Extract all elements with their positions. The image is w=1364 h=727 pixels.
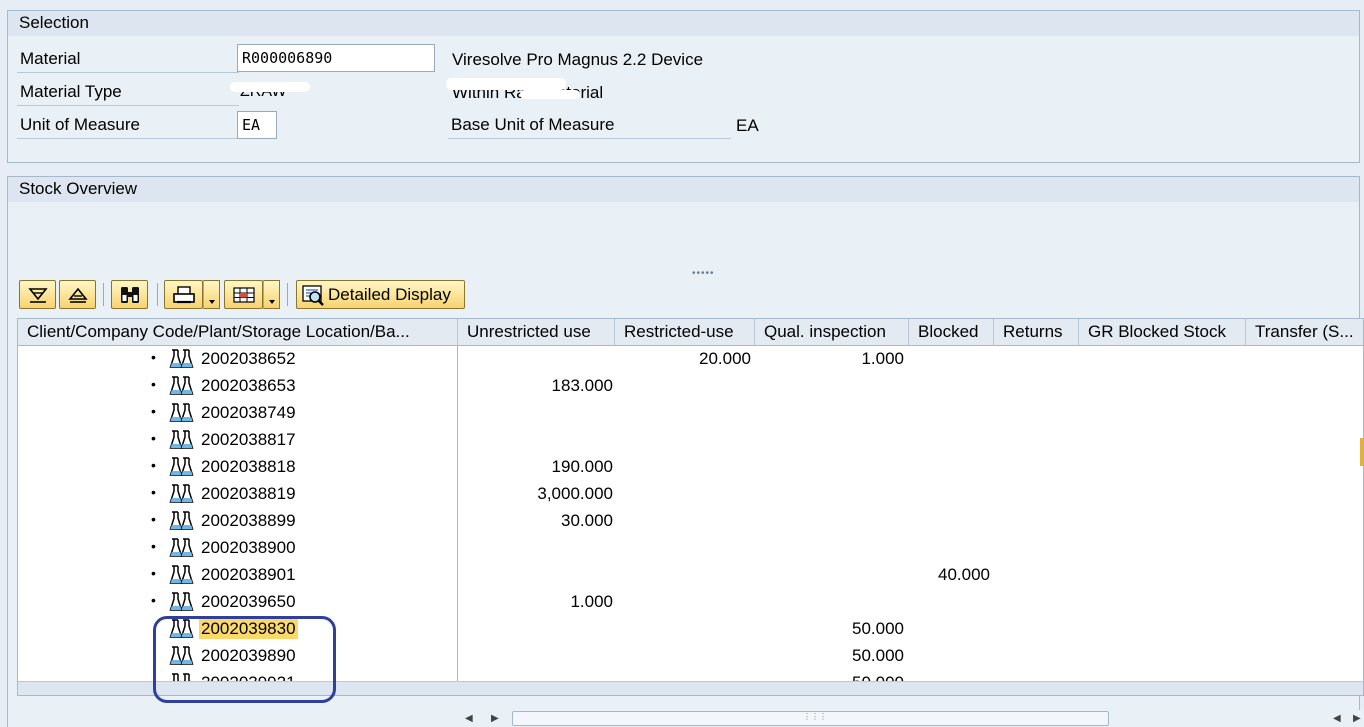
table-row[interactable]: • 2002038749 xyxy=(18,400,1363,429)
unrestricted-value: 1.000 xyxy=(570,592,613,611)
batch-number[interactable]: 2002038901 xyxy=(199,565,298,585)
detailed-display-label: Detailed Display xyxy=(328,284,451,304)
tree-bullet: • xyxy=(151,484,156,500)
unrestricted-value: 190.000 xyxy=(551,457,613,476)
horizontal-scrollbar[interactable]: ◀ ▶ ⋮⋮⋮ ◀ ▶ xyxy=(17,710,1364,727)
table-row[interactable]: • 2002038819 3,000.000 xyxy=(18,481,1363,510)
collapse-all-icon xyxy=(67,287,88,303)
batch-flask-icon xyxy=(169,402,195,429)
batch-number[interactable]: 2002038900 xyxy=(199,538,298,558)
material-label: Material xyxy=(17,48,239,73)
restricted-value: 20.000 xyxy=(699,349,751,368)
splitter-grip[interactable]: ••••• xyxy=(692,268,715,279)
column-header-returns[interactable]: Returns xyxy=(994,319,1079,346)
scroll-end-left-icon[interactable]: ◀ xyxy=(1333,713,1341,724)
table-row[interactable]: 2002039890 50.000 xyxy=(18,643,1363,672)
batch-number[interactable]: 2002038653 xyxy=(199,376,298,396)
column-header-unrestricted[interactable]: Unrestricted use xyxy=(458,319,615,346)
batch-number[interactable]: 2002039830 xyxy=(199,619,298,639)
unrestricted-value: 3,000.000 xyxy=(537,484,613,503)
material-description: Viresolve Pro Magnus 2.2 Device xyxy=(452,50,704,69)
expand-all-icon xyxy=(27,287,48,303)
batch-flask-icon xyxy=(169,348,195,375)
selection-title: Selection xyxy=(7,10,1360,37)
unrestricted-value: 30.000 xyxy=(561,511,613,530)
table-row[interactable]: • 2002039650 1.000 xyxy=(18,589,1363,618)
table-row[interactable]: 2002039830 50.000 xyxy=(18,616,1363,645)
column-header-qual-inspection[interactable]: Qual. inspection xyxy=(755,319,909,346)
batch-flask-icon xyxy=(169,375,195,402)
layout-icon xyxy=(232,286,255,303)
tree-bullet: • xyxy=(151,430,156,446)
column-header-transfer[interactable]: Transfer (S... xyxy=(1246,319,1363,346)
detail-display-icon xyxy=(302,284,324,306)
material-input[interactable]: R000006890 xyxy=(237,44,435,72)
uom-input[interactable]: EA xyxy=(237,111,277,139)
batch-number[interactable]: 2002038819 xyxy=(199,484,298,504)
batch-flask-icon xyxy=(169,537,195,564)
tree-bullet: • xyxy=(151,592,156,608)
tree-bullet: • xyxy=(151,403,156,419)
table-row[interactable]: • 2002038817 xyxy=(18,427,1363,456)
qual-inspection-value: 50.000 xyxy=(852,646,904,665)
table-row[interactable]: • 2002038653 183.000 xyxy=(18,373,1363,402)
column-header-hierarchy[interactable]: Client/Company Code/Plant/Storage Locati… xyxy=(18,319,458,346)
expand-all-button[interactable] xyxy=(19,280,56,309)
batch-flask-icon xyxy=(169,564,195,591)
batch-flask-icon xyxy=(169,429,195,456)
batch-number[interactable]: 2002038817 xyxy=(199,430,298,450)
uom-label: Unit of Measure xyxy=(17,114,239,139)
tree-bullet: • xyxy=(151,565,156,581)
table-row[interactable]: • 2002038901 40.000 xyxy=(18,562,1363,591)
batch-number[interactable]: 2002038818 xyxy=(199,457,298,477)
batch-flask-icon xyxy=(169,618,195,645)
batch-number[interactable]: 2002038749 xyxy=(199,403,298,423)
stock-overview-title: Stock Overview xyxy=(7,176,1360,203)
batch-flask-icon xyxy=(169,456,195,483)
detailed-display-button[interactable]: Detailed Display xyxy=(296,280,465,309)
column-header-gr-blocked[interactable]: GR Blocked Stock xyxy=(1079,319,1246,346)
scroll-left-icon[interactable]: ◀ xyxy=(465,713,473,724)
batch-number[interactable]: 2002039650 xyxy=(199,592,298,612)
batch-flask-icon xyxy=(169,591,195,618)
base-uom-label: Base Unit of Measure xyxy=(448,114,731,139)
find-button[interactable] xyxy=(111,280,148,309)
layout-dropdown[interactable] xyxy=(263,280,280,309)
print-icon xyxy=(172,285,195,303)
qual-inspection-value: 50.000 xyxy=(852,619,904,638)
grid-footer xyxy=(18,681,1363,695)
table-row[interactable]: • 2002038818 190.000 xyxy=(18,454,1363,483)
table-row[interactable]: • 2002038652 20.000 1.000 xyxy=(18,346,1363,375)
material-type-label: Material Type xyxy=(17,81,239,106)
collapse-all-button[interactable] xyxy=(59,280,96,309)
stock-tree-grid[interactable]: Client/Company Code/Plant/Storage Locati… xyxy=(17,318,1364,696)
scroll-right-icon[interactable]: ▶ xyxy=(491,713,499,724)
column-header-restricted[interactable]: Restricted-use xyxy=(615,319,755,346)
tree-bullet: • xyxy=(151,457,156,473)
layout-button[interactable] xyxy=(224,280,263,309)
print-button[interactable] xyxy=(164,280,203,309)
tree-bullet: • xyxy=(151,349,156,365)
tree-bullet: • xyxy=(151,511,156,527)
tree-bullet: • xyxy=(151,376,156,392)
qual-inspection-value: 1.000 xyxy=(861,349,904,368)
scroll-end-right-icon[interactable]: ▶ xyxy=(1353,713,1361,724)
batch-number[interactable]: 2002039890 xyxy=(199,646,298,666)
blocked-value: 40.000 xyxy=(938,565,990,584)
batch-number[interactable]: 2002038652 xyxy=(199,349,298,369)
table-row[interactable]: • 2002038900 xyxy=(18,535,1363,564)
find-icon xyxy=(120,286,139,303)
table-row[interactable]: • 2002038899 30.000 xyxy=(18,508,1363,537)
batch-flask-icon xyxy=(169,483,195,510)
batch-flask-icon xyxy=(169,645,195,672)
tree-bullet: • xyxy=(151,538,156,554)
base-uom-value: EA xyxy=(736,116,759,135)
unrestricted-value: 183.000 xyxy=(551,376,613,395)
column-header-blocked[interactable]: Blocked xyxy=(909,319,994,346)
batch-flask-icon xyxy=(169,510,195,537)
batch-number[interactable]: 2002038899 xyxy=(199,511,298,531)
print-dropdown[interactable] xyxy=(203,280,220,309)
